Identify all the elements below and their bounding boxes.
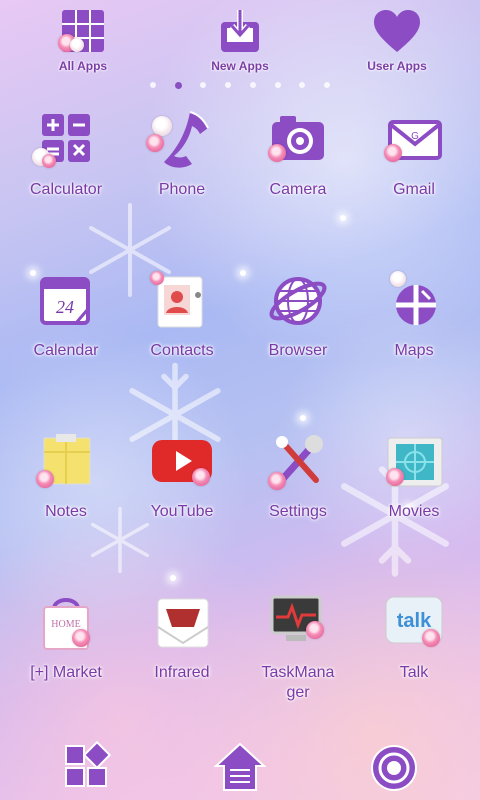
infrared-icon [157, 598, 209, 648]
sparkle [340, 215, 346, 221]
app-label: Movies [388, 503, 440, 520]
market-bag-text: HOME [51, 619, 80, 630]
settings-button[interactable] [366, 738, 422, 794]
app-notes[interactable]: Notes [8, 430, 124, 522]
app-label: Infrared [154, 664, 210, 681]
app-label: Contacts [150, 342, 214, 359]
app-phone[interactable]: Phone [124, 108, 240, 200]
svg-text:G: G [411, 131, 419, 142]
app-label: [+] Market [30, 664, 102, 681]
page-dot [200, 82, 207, 88]
app-label: YouTube [150, 503, 214, 520]
app-label: Calendar [33, 342, 99, 359]
page-dot-active [174, 81, 182, 89]
app-camera[interactable]: Camera [240, 108, 356, 200]
calendar-date: 24 [56, 297, 74, 317]
heart-icon [374, 10, 420, 52]
app-label: Gmail [393, 181, 435, 198]
app-label: Talk [399, 664, 429, 681]
settings-gear-icon [371, 745, 417, 791]
globe-icon [269, 277, 327, 325]
gmail-icon: G [388, 120, 442, 160]
app-movies[interactable]: Movies [356, 430, 472, 522]
top-bar: All Apps New Apps User Apps [0, 0, 480, 80]
page-indicator [150, 80, 330, 90]
calendar-icon: 24 [40, 277, 90, 325]
app-browser[interactable]: Browser [240, 269, 356, 361]
app-label: Notes [45, 503, 87, 520]
app-label: Camera [269, 181, 327, 198]
page-dot [299, 82, 306, 88]
app-maps[interactable]: Maps [356, 269, 472, 361]
app-label: Phone [158, 181, 206, 198]
sparkle [300, 415, 306, 421]
sparkle [170, 575, 176, 581]
home-button[interactable] [212, 738, 268, 794]
app-drawer-button[interactable] [58, 738, 114, 794]
app-youtube[interactable]: YouTube [124, 430, 240, 522]
app-market[interactable]: HOME [+] Market [8, 591, 124, 683]
app-calendar[interactable]: 24 Calendar [8, 269, 124, 361]
all-apps-button[interactable]: All Apps [28, 8, 138, 73]
home-icon [213, 742, 267, 791]
dock [0, 738, 480, 800]
download-tray-icon [221, 10, 259, 52]
new-apps-label: New Apps [211, 59, 269, 73]
app-contacts[interactable]: Contacts [124, 269, 240, 361]
app-settings[interactable]: Settings [240, 430, 356, 522]
app-talk[interactable]: talk Talk [356, 591, 472, 683]
user-apps-label: User Apps [367, 59, 427, 73]
shopping-bag-icon: HOME [43, 598, 89, 650]
all-apps-label: All Apps [58, 59, 108, 73]
page-dot [150, 82, 156, 88]
page-dot [274, 82, 281, 88]
user-apps-button[interactable]: User Apps [342, 8, 452, 73]
page-dot [323, 82, 330, 88]
app-label: TaskMana ger [261, 664, 335, 701]
app-task-manager[interactable]: TaskMana ger [240, 591, 356, 703]
app-gmail[interactable]: G Gmail [356, 108, 472, 200]
apps-grid-icon [65, 740, 112, 787]
app-calculator[interactable]: Calculator [8, 108, 124, 200]
new-apps-button[interactable]: New Apps [185, 8, 295, 73]
page-dot [225, 82, 232, 88]
page-dot [249, 82, 256, 88]
app-label: Maps [394, 342, 434, 359]
app-label: Calculator [29, 181, 103, 198]
camera-icon [272, 116, 324, 160]
app-infrared[interactable]: Infrared [124, 591, 240, 683]
talk-bubble-icon: talk [385, 596, 443, 644]
app-label: Settings [269, 503, 327, 520]
app-label: Browser [268, 342, 328, 359]
